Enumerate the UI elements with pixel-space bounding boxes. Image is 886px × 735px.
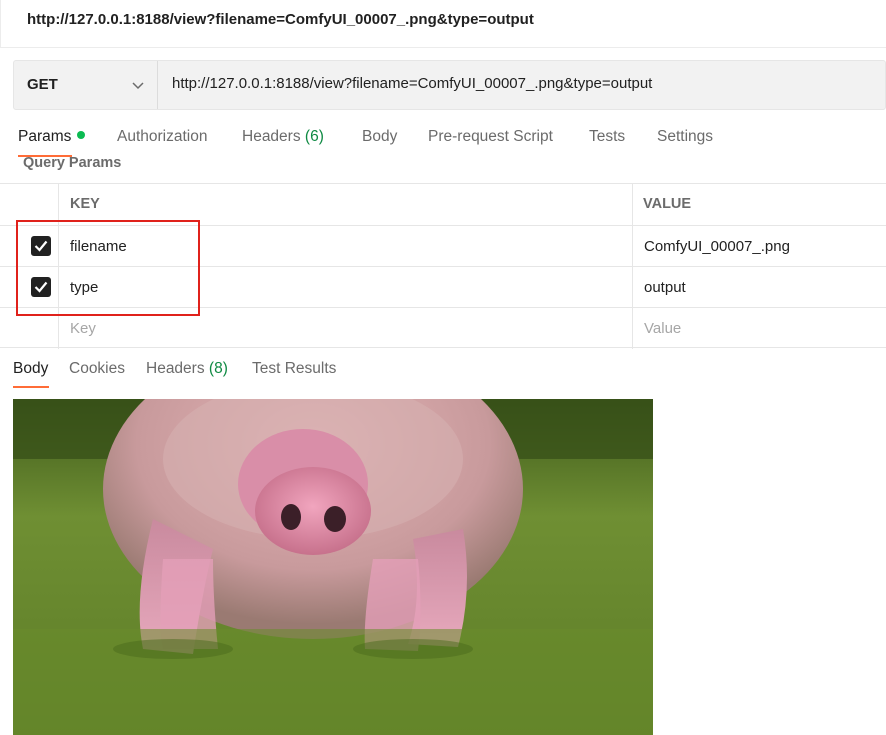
- chevron-down-icon: [132, 82, 144, 90]
- tab-headers-label: Headers: [242, 128, 301, 145]
- param-key[interactable]: type: [70, 279, 98, 296]
- tab-settings[interactable]: Settings: [657, 128, 713, 146]
- pig-image: [13, 399, 653, 735]
- tab-pre-request-script[interactable]: Pre-request Script: [428, 128, 553, 146]
- response-tab-body[interactable]: Body: [13, 360, 48, 378]
- key-placeholder[interactable]: Key: [70, 320, 96, 337]
- param-value[interactable]: output: [644, 279, 686, 296]
- params-active-dot: [77, 131, 86, 139]
- checkmark-icon: [34, 281, 48, 293]
- param-key[interactable]: filename: [70, 238, 127, 255]
- query-params-heading: Query Params: [23, 155, 122, 171]
- tab-headers[interactable]: Headers (6): [242, 128, 324, 146]
- url-input[interactable]: http://127.0.0.1:8188/view?filename=Comf…: [172, 75, 652, 92]
- headers-count: (6): [304, 128, 324, 145]
- table-header-row: KEY VALUE: [0, 183, 886, 225]
- response-tab-test-results[interactable]: Test Results: [252, 360, 336, 378]
- window-title: http://127.0.0.1:8188/view?filename=Comf…: [27, 11, 534, 28]
- request-url-bar: GET http://127.0.0.1:8188/view?filename=…: [13, 60, 886, 110]
- value-placeholder[interactable]: Value: [644, 320, 681, 337]
- response-image: [13, 399, 653, 735]
- value-column-header: VALUE: [643, 196, 692, 212]
- checkmark-icon: [34, 240, 48, 252]
- title-bar: http://127.0.0.1:8188/view?filename=Comf…: [0, 0, 886, 48]
- tab-params-label: Params: [18, 128, 72, 145]
- table-row: filename ComfyUI_00007_.png: [0, 225, 886, 267]
- response-tab-underline: [13, 386, 49, 388]
- param-checkbox[interactable]: [31, 236, 51, 256]
- response-headers-count: (8): [208, 360, 228, 377]
- param-checkbox[interactable]: [31, 277, 51, 297]
- table-row-empty: Key Value: [0, 307, 886, 349]
- method-select[interactable]: GET: [14, 61, 158, 109]
- tab-authorization[interactable]: Authorization: [117, 128, 207, 146]
- tab-params[interactable]: Params: [18, 128, 86, 146]
- response-headers-label: Headers: [146, 360, 205, 377]
- tab-tests[interactable]: Tests: [589, 128, 625, 146]
- key-column-header: KEY: [70, 196, 100, 212]
- method-label: GET: [27, 76, 58, 93]
- tab-body[interactable]: Body: [362, 128, 397, 146]
- table-row: type output: [0, 266, 886, 308]
- response-tab-cookies[interactable]: Cookies: [69, 360, 125, 378]
- response-tab-headers[interactable]: Headers (8): [146, 360, 228, 378]
- param-value[interactable]: ComfyUI_00007_.png: [644, 238, 790, 255]
